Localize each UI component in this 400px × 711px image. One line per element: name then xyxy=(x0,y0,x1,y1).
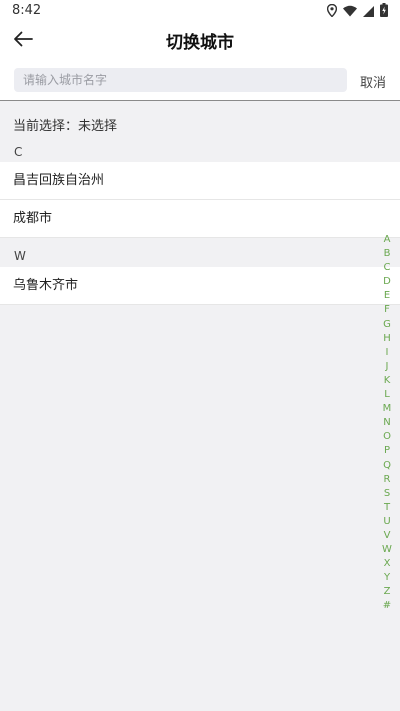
index-letter[interactable]: U xyxy=(383,515,390,529)
index-letter[interactable]: I xyxy=(386,346,389,360)
index-letter[interactable]: M xyxy=(383,402,392,416)
city-item[interactable]: 乌鲁木齐市 xyxy=(0,267,400,305)
index-letter[interactable]: G xyxy=(383,318,391,332)
search-input[interactable] xyxy=(14,68,347,92)
current-selection-label: 当前选择：未选择 xyxy=(13,119,118,134)
cancel-button[interactable]: 取消 xyxy=(360,72,386,91)
index-letter[interactable]: # xyxy=(383,599,391,613)
section-header-w: W xyxy=(14,249,26,263)
city-item[interactable]: 昌吉回族自治州 xyxy=(0,162,400,200)
location-icon xyxy=(326,2,338,21)
index-letter[interactable]: D xyxy=(383,275,391,289)
index-letter[interactable]: P xyxy=(384,444,390,458)
battery-icon xyxy=(380,2,388,21)
status-time: 8:42 xyxy=(12,3,42,18)
index-letter[interactable]: X xyxy=(384,557,391,571)
index-letter[interactable]: Y xyxy=(384,571,390,585)
search-bar: 取消 xyxy=(0,60,400,101)
app-bar: 切换城市 xyxy=(0,22,400,60)
index-letter[interactable]: L xyxy=(384,388,390,402)
index-letter[interactable]: H xyxy=(383,332,391,346)
index-letter[interactable]: E xyxy=(384,289,390,303)
status-icons xyxy=(326,2,388,21)
wifi-icon xyxy=(343,2,357,21)
index-letter[interactable]: C xyxy=(384,261,391,275)
page-title: 切换城市 xyxy=(166,33,234,53)
index-letter[interactable]: O xyxy=(383,430,391,444)
index-letter[interactable]: Q xyxy=(383,459,391,473)
index-letter[interactable]: F xyxy=(384,303,390,317)
index-letter[interactable]: J xyxy=(386,360,389,374)
index-letter[interactable]: W xyxy=(382,543,392,557)
signal-icon xyxy=(363,2,374,21)
index-letter[interactable]: Z xyxy=(384,585,391,599)
index-letter[interactable]: S xyxy=(384,487,390,501)
city-item[interactable]: 成都市 xyxy=(0,200,400,238)
index-letter[interactable]: V xyxy=(384,529,391,543)
status-bar: 8:42 xyxy=(0,0,400,22)
index-letter[interactable]: N xyxy=(383,416,390,430)
index-letter[interactable]: K xyxy=(384,374,391,388)
section-header-c: C xyxy=(14,145,23,159)
index-letter[interactable]: B xyxy=(384,247,391,261)
index-letter[interactable]: T xyxy=(384,501,390,515)
index-letter[interactable]: R xyxy=(384,473,391,487)
index-letter[interactable]: A xyxy=(384,233,391,247)
alphabet-index-bar[interactable]: A B C D E F G H I J K L M N O P Q R S T U V W X Y Z # xyxy=(380,233,394,614)
